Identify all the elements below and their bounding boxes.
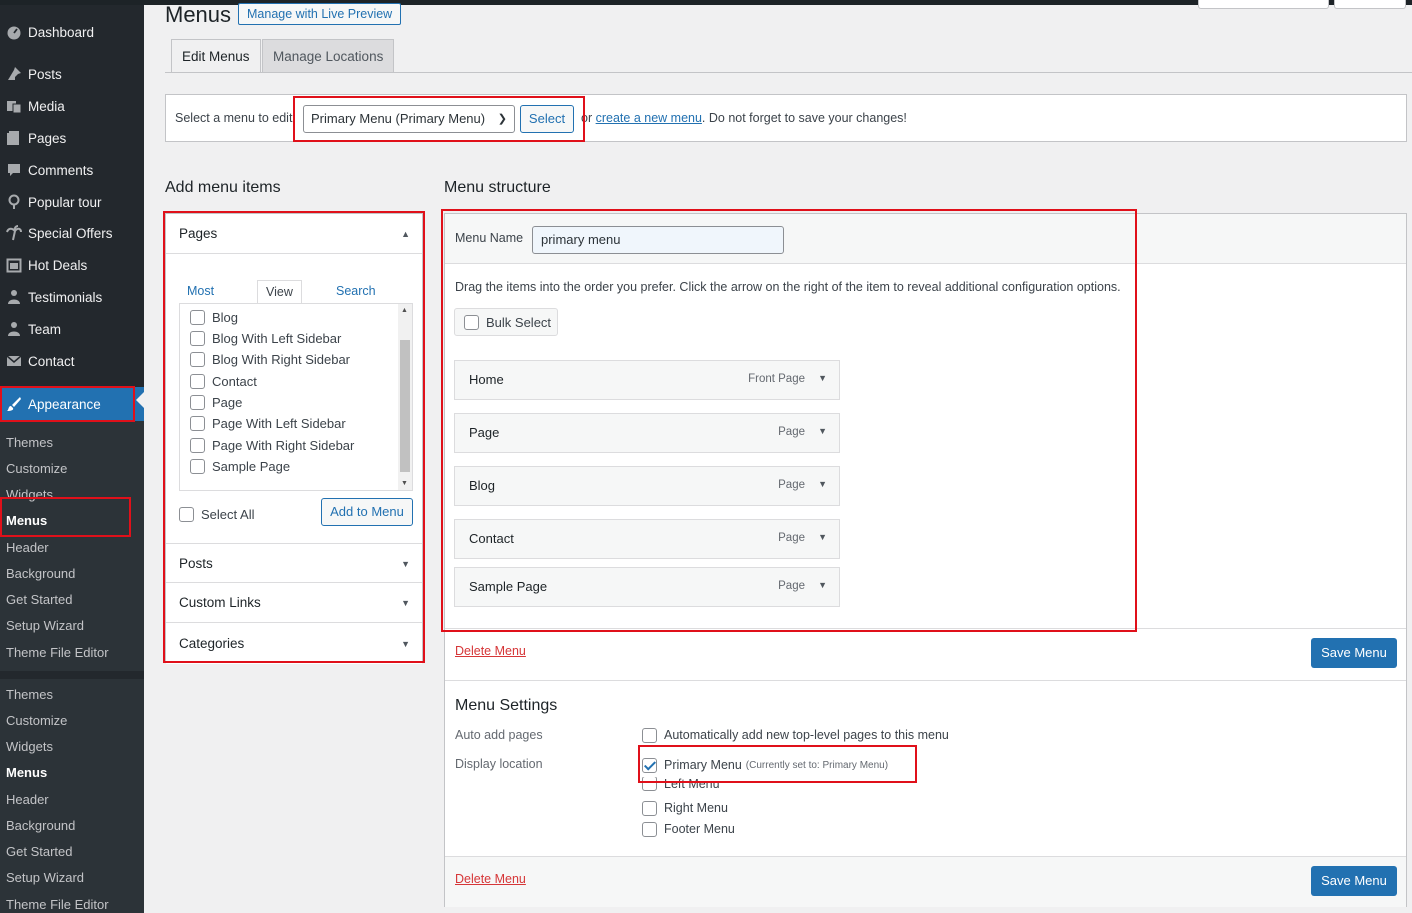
select-menu-label: Select a menu to edit:: [175, 111, 296, 125]
active-menu-pointer: [136, 392, 144, 408]
display-location-label: Display location: [455, 757, 543, 771]
sidebar-item-popular-tour[interactable]: Popular tour: [0, 186, 144, 218]
sidebar-item-dashboard[interactable]: Dashboard: [0, 16, 144, 48]
sidebar-item-testimonials[interactable]: Testimonials: [0, 281, 144, 313]
live-preview-button[interactable]: Manage with Live Preview: [238, 3, 402, 25]
highlight-select-menu: [293, 96, 585, 142]
page-title: Menus: [165, 2, 232, 27]
menu-footer: Delete Menu Save Menu: [445, 856, 1406, 907]
delete-menu-link[interactable]: Delete Menu: [455, 872, 526, 886]
highlight-menus: [0, 497, 131, 537]
submenu-get-started[interactable]: Get Started: [6, 590, 72, 610]
sidebar-item-hot-deals[interactable]: Hot Deals: [0, 249, 144, 281]
add-menu-items-title: Add menu items: [165, 179, 281, 196]
appearance-submenu: Themes Customize Widgets Menus Header Ba…: [0, 421, 144, 671]
highlight-menu-structure: [441, 209, 1137, 632]
sidebar-item-comments[interactable]: Comments: [0, 154, 144, 186]
location-footer-menu[interactable]: Footer Menu: [642, 819, 735, 839]
submenu-setup-wizard[interactable]: Setup Wizard: [6, 868, 84, 888]
tab-divider: [165, 72, 1412, 73]
footer-menu-checkbox[interactable]: [642, 821, 657, 837]
submenu-background[interactable]: Background: [6, 564, 75, 584]
right-menu-checkbox[interactable]: [642, 800, 657, 816]
user-icon: [0, 289, 28, 305]
tab-edit-menus[interactable]: Edit Menus: [171, 39, 261, 73]
menu-settings: Menu Settings Auto add pages Automatical…: [445, 681, 1406, 856]
submenu-header[interactable]: Header: [6, 790, 49, 810]
screen-options-button[interactable]: [1198, 0, 1329, 9]
tab-manage-locations[interactable]: Manage Locations: [262, 39, 395, 73]
mail-icon: [0, 353, 28, 369]
menu-structure-title: Menu structure: [444, 179, 551, 196]
location-icon: [0, 194, 28, 210]
select-bar-hint: or create a new menu. Do not forget to s…: [581, 111, 907, 125]
submenu-setup-wizard[interactable]: Setup Wizard: [6, 616, 84, 636]
auto-add-checkbox[interactable]: [642, 727, 657, 743]
sidebar-item-pages[interactable]: Pages: [0, 122, 144, 154]
create-new-menu-link[interactable]: create a new menu: [596, 111, 702, 125]
sidebar-item-contact[interactable]: Contact: [0, 345, 144, 377]
palm-tree-icon: [0, 225, 28, 241]
appearance-submenu-duplicate: Themes Customize Widgets Menus Header Ba…: [0, 679, 144, 913]
submenu-widgets[interactable]: Widgets: [6, 737, 53, 757]
sidebar-item-team[interactable]: Team: [0, 313, 144, 345]
submenu-themes[interactable]: Themes: [6, 433, 53, 453]
save-menu-button[interactable]: Save Menu: [1311, 866, 1397, 896]
sidebar-item-special-offers[interactable]: Special Offers: [0, 217, 144, 249]
highlight-primary-menu-location: [638, 745, 917, 783]
pin-icon: [0, 66, 28, 82]
highlight-appearance: [0, 386, 135, 422]
calendar-icon: [0, 257, 28, 273]
submenu-theme-file-editor[interactable]: Theme File Editor: [6, 895, 109, 913]
pages-icon: [0, 130, 28, 146]
submenu-header[interactable]: Header: [6, 538, 49, 558]
submenu-customize[interactable]: Customize: [6, 711, 67, 731]
auto-add-label: Auto add pages: [455, 728, 543, 742]
dashboard-icon: [0, 24, 28, 40]
submenu-themes[interactable]: Themes: [6, 685, 53, 705]
submenu-menus[interactable]: Menus: [6, 763, 47, 783]
delete-menu-link[interactable]: Delete Menu: [455, 644, 526, 658]
admin-sidebar: Dashboard Posts Media Pages Comments Pop…: [0, 5, 144, 913]
submenu-customize[interactable]: Customize: [6, 459, 67, 479]
submenu-theme-file-editor[interactable]: Theme File Editor: [6, 643, 109, 663]
sidebar-item-posts[interactable]: Posts: [0, 58, 144, 90]
auto-add-option[interactable]: Automatically add new top-level pages to…: [642, 725, 949, 745]
user-icon: [0, 321, 28, 337]
location-right-menu[interactable]: Right Menu: [642, 798, 728, 818]
menu-settings-title: Menu Settings: [455, 697, 558, 714]
highlight-add-items: [163, 211, 425, 663]
comment-icon: [0, 162, 28, 178]
sidebar-item-media[interactable]: Media: [0, 90, 144, 122]
save-menu-button[interactable]: Save Menu: [1311, 638, 1397, 668]
help-button[interactable]: [1334, 0, 1406, 9]
media-icon: [0, 98, 28, 114]
submenu-background[interactable]: Background: [6, 816, 75, 836]
submenu-get-started[interactable]: Get Started: [6, 842, 72, 862]
